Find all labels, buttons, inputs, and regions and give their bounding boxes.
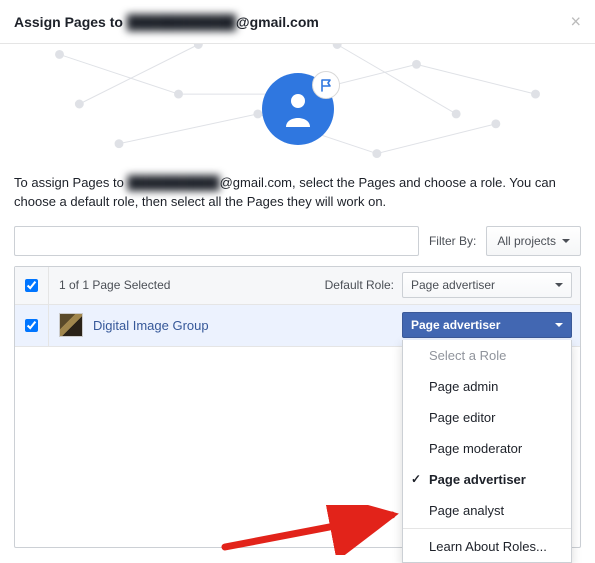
role-menu: Select a Role Page admin Page editor Pag… [402,340,572,563]
search-input[interactable] [14,226,419,256]
menu-item-page-admin[interactable]: Page admin [403,371,571,402]
selection-count: 1 of 1 Page Selected [49,278,325,292]
row-checkbox[interactable] [25,319,38,332]
menu-item-page-analyst[interactable]: Page analyst [403,495,571,526]
caret-down-icon [555,283,563,287]
menu-item-page-moderator[interactable]: Page moderator [403,433,571,464]
page-thumbnail [59,313,83,337]
menu-item-placeholder[interactable]: Select a Role [403,340,571,371]
annotation-arrow-icon [220,505,410,555]
flag-badge-icon [312,71,340,99]
select-all-checkbox[interactable] [25,279,38,292]
person-icon [282,91,314,127]
menu-item-page-advertiser[interactable]: Page advertiser [403,464,571,495]
menu-item-page-editor[interactable]: Page editor [403,402,571,433]
default-role-dropdown[interactable]: Page advertiser [402,272,572,298]
intro-text: To assign Pages to ██████████@gmail.com,… [0,174,595,226]
caret-down-icon [562,239,570,243]
table-row: Digital Image Group Page advertiser Sele… [15,305,580,347]
page-name-link[interactable]: Digital Image Group [83,318,402,333]
caret-down-icon [555,323,563,327]
projects-dropdown[interactable]: All projects [486,226,581,256]
default-role-label: Default Role: [325,278,394,292]
modal-title: Assign Pages to ███████████@gmail.com [14,14,319,30]
menu-item-learn-roles[interactable]: Learn About Roles... [403,531,571,562]
avatar [262,73,334,145]
filter-by-label: Filter By: [419,226,486,256]
row-role-dropdown[interactable]: Page advertiser [402,312,572,338]
menu-separator [403,528,571,529]
hero-graphic [0,44,595,174]
close-icon[interactable]: × [570,11,581,32]
